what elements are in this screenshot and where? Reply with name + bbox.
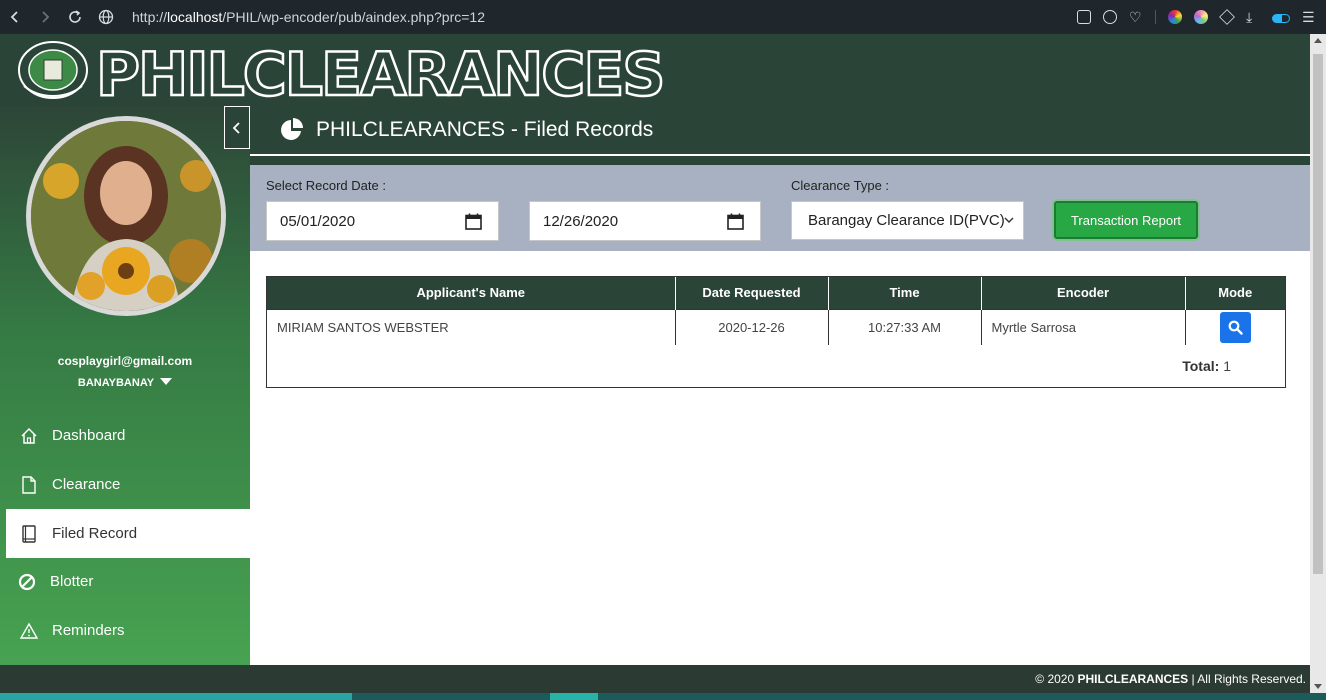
sidebar-item-clearance[interactable]: Clearance: [6, 460, 250, 509]
calendar-icon[interactable]: [465, 213, 482, 230]
date-label: Select Record Date :: [266, 178, 386, 193]
extension-icons: ♡ ⤓ ☰: [1077, 0, 1316, 34]
total-value: 1: [1223, 358, 1231, 374]
download-icon[interactable]: ⤓: [1246, 10, 1260, 24]
column-header: Time: [828, 277, 982, 309]
heart-icon[interactable]: ♡: [1129, 10, 1143, 24]
search-icon: [1228, 320, 1243, 335]
footer-rights: | All Rights Reserved.: [1191, 672, 1307, 686]
clearance-type-value: Barangay Clearance ID(PVC): [808, 212, 1005, 229]
site-header: PHILCLEARANCES: [0, 34, 1310, 111]
sidebar-item-label: Clearance: [52, 476, 121, 493]
table-header-row: Applicant's Name Date Requested Time Enc…: [267, 277, 1285, 309]
browser-toolbar: http://localhost/PHIL/wp-encoder/pub/ain…: [0, 0, 1326, 34]
shield-x-icon[interactable]: [1103, 10, 1117, 24]
sidebar-item-label: Filed Record: [52, 525, 138, 542]
sidebar-item-dashboard[interactable]: Dashboard: [6, 411, 250, 460]
menu-icon[interactable]: ☰: [1302, 10, 1316, 24]
applicant-name-cell: MIRIAM SANTOS WEBSTER: [267, 308, 676, 345]
warning-icon: [18, 620, 40, 642]
page-header: PHILCLEARANCES - Filed Records: [250, 106, 1310, 154]
table-row: MIRIAM SANTOS WEBSTER 2020-12-26 10:27:3…: [267, 308, 1285, 345]
site-footer: © 2020 PHILCLEARANCES | All Rights Reser…: [0, 665, 1310, 693]
globe-icon: [98, 9, 114, 25]
sidebar: cosplaygirl@gmail.com BANAYBANAY Dashboa…: [0, 106, 250, 665]
records-table: Applicant's Name Date Requested Time Enc…: [266, 276, 1286, 388]
scroll-up-icon[interactable]: [1314, 38, 1322, 43]
sidebar-collapse-button[interactable]: [224, 106, 250, 149]
view-record-button[interactable]: [1219, 311, 1251, 343]
header-band: [250, 156, 1310, 165]
date-to-input[interactable]: 12/26/2020: [529, 201, 761, 241]
seal-logo-icon: [18, 41, 88, 99]
palette-icon[interactable]: [1194, 10, 1208, 24]
page-scrollbar[interactable]: [1310, 34, 1326, 693]
url-text: http://localhost/PHIL/wp-encoder/pub/ain…: [132, 9, 485, 25]
sidebar-item-label: Reminders: [52, 622, 125, 639]
scrollbar-thumb[interactable]: [1313, 54, 1323, 574]
home-icon: [18, 425, 40, 447]
chevron-down-icon: [1004, 217, 1014, 223]
book-icon: [18, 523, 40, 545]
chevron-left-icon: [232, 121, 240, 134]
brand-logo: PHILCLEARANCES: [95, 39, 667, 112]
taskbar: [0, 693, 1326, 700]
column-header: Mode: [1185, 277, 1285, 309]
date-requested-cell: 2020-12-26: [675, 308, 829, 345]
footer-copyright: © 2020: [1035, 672, 1075, 686]
caret-down-icon: [160, 378, 173, 385]
divider: [1155, 10, 1156, 24]
time-cell: 10:27:33 AM: [828, 308, 982, 345]
sidebar-item-reminders[interactable]: Reminders: [6, 606, 250, 655]
barangay-dropdown[interactable]: BANAYBANAY: [0, 377, 250, 389]
barangay-label: BANAYBANAY: [77, 377, 155, 389]
sidebar-item-label: Dashboard: [52, 427, 126, 444]
date-from-value: 05/01/2020: [280, 212, 356, 230]
cube-icon[interactable]: [1219, 9, 1235, 25]
sidebar-item-label: Blotter: [50, 573, 94, 590]
encoder-cell: Myrtle Sarrosa: [981, 308, 1186, 345]
date-to-value: 12/26/2020: [543, 212, 619, 230]
forward-icon[interactable]: [30, 0, 60, 34]
total-label: Total:: [1182, 358, 1220, 374]
user-email: cosplaygirl@gmail.com: [57, 354, 193, 368]
camera-icon[interactable]: [1077, 10, 1091, 24]
ban-icon: [16, 571, 38, 593]
toggle-icon[interactable]: [1272, 13, 1290, 23]
pie-chart-icon: [281, 118, 303, 140]
page-title: PHILCLEARANCES - Filed Records: [316, 118, 654, 141]
sidebar-item-filed-record[interactable]: Filed Record: [6, 509, 250, 558]
column-header: Encoder: [981, 277, 1186, 309]
footer-brand: PHILCLEARANCES: [1077, 672, 1189, 686]
filter-panel: Select Record Date : 05/01/2020 12/26/20…: [250, 165, 1310, 251]
file-icon: [18, 474, 40, 496]
clearance-type-label: Clearance Type :: [791, 178, 890, 193]
column-header: Applicant's Name: [267, 277, 676, 309]
transaction-report-button[interactable]: Transaction Report: [1054, 201, 1198, 239]
address-bar[interactable]: http://localhost/PHIL/wp-encoder/pub/ain…: [98, 9, 485, 25]
table-total: Total: 1: [1182, 358, 1231, 374]
clearance-type-select[interactable]: Barangay Clearance ID(PVC): [791, 201, 1024, 240]
scroll-down-icon[interactable]: [1314, 684, 1322, 689]
calendar-icon[interactable]: [727, 213, 744, 230]
avatar: [26, 116, 226, 316]
mode-cell: [1185, 308, 1285, 345]
color-wheel-icon[interactable]: [1168, 10, 1182, 24]
sidebar-item-blotter[interactable]: Blotter: [6, 557, 250, 606]
date-from-input[interactable]: 05/01/2020: [266, 201, 499, 241]
back-icon[interactable]: [0, 0, 30, 34]
reload-icon[interactable]: [60, 0, 90, 34]
column-header: Date Requested: [675, 277, 829, 309]
